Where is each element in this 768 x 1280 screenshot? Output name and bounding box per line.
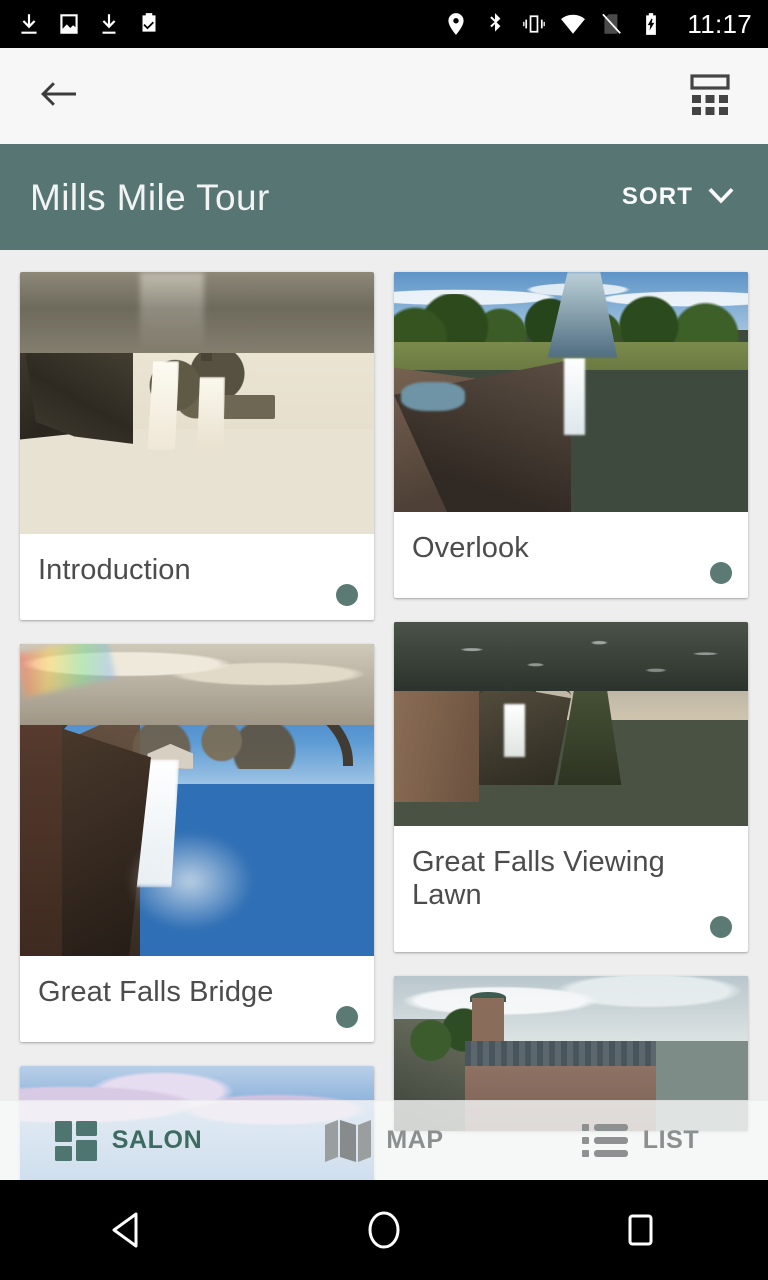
status-dot xyxy=(710,916,732,938)
card-title: Great Falls Bridge xyxy=(38,976,274,1008)
android-back-button[interactable] xyxy=(0,1206,256,1254)
card-introduction[interactable]: Introduction xyxy=(20,272,374,620)
grid-view-icon xyxy=(690,74,730,115)
view-toggle-button[interactable] xyxy=(682,68,738,124)
nav-label-list: LIST xyxy=(642,1126,700,1154)
bluetooth-icon xyxy=(490,13,501,32)
card-great-falls-viewing-lawn[interactable]: Great Falls Viewing Lawn xyxy=(394,622,748,952)
card-image-gorge-overlook xyxy=(394,272,748,512)
nav-item-map[interactable]: MAP xyxy=(256,1101,512,1180)
status-bar-left-icons xyxy=(16,11,162,37)
status-dot xyxy=(336,1006,358,1028)
nav-label-map: MAP xyxy=(386,1126,444,1154)
status-bar-right-icons: 11:17 xyxy=(443,9,752,40)
back-button[interactable] xyxy=(30,68,86,124)
card-title: Introduction xyxy=(38,554,191,586)
location-pin-icon xyxy=(448,13,464,35)
sort-button[interactable]: SORT xyxy=(620,175,738,219)
card-body: Great Falls Bridge xyxy=(20,956,374,1042)
bottom-navigation: SALON MAP LIST xyxy=(0,1100,768,1180)
status-bar-clock: 11:17 xyxy=(687,8,752,39)
nav-label-salon: SALON xyxy=(111,1126,203,1154)
download-icon xyxy=(102,14,116,34)
card-image-river-at-dusk xyxy=(394,622,748,826)
status-bar: 11:17 xyxy=(0,0,768,48)
android-navigation-bar xyxy=(0,1180,768,1280)
image-icon xyxy=(60,14,78,34)
card-body: Great Falls Viewing Lawn xyxy=(394,826,748,952)
status-dot xyxy=(336,584,358,606)
card-body: Introduction xyxy=(20,534,374,620)
salon-card-grid[interactable]: Introduction Great Falls Bridge Overlook… xyxy=(0,250,768,1180)
clipboard-check-icon xyxy=(142,13,156,32)
vibrate-icon xyxy=(523,15,546,33)
wifi-icon xyxy=(561,14,586,34)
phone-screen: 11:17 Mills Mile Tour SORT Introduction … xyxy=(0,0,768,1280)
android-home-button[interactable] xyxy=(256,1205,512,1255)
battery-charging-icon xyxy=(646,13,657,35)
android-recents-button[interactable] xyxy=(512,1206,768,1254)
nav-item-salon[interactable]: SALON xyxy=(0,1101,256,1180)
list-bullet-icon xyxy=(581,1123,628,1157)
grid-left-column: Introduction Great Falls Bridge xyxy=(20,272,374,1180)
page-title: Mills Mile Tour xyxy=(30,176,270,218)
card-image-historic-waterfall xyxy=(20,272,374,534)
app-bar xyxy=(0,48,768,144)
download-icon xyxy=(21,14,37,34)
map-folded-icon xyxy=(325,1119,372,1162)
status-dot xyxy=(710,562,732,584)
salon-grid-icon xyxy=(54,1120,97,1161)
card-overlook[interactable]: Overlook xyxy=(394,272,748,598)
back-triangle-icon xyxy=(112,1212,138,1248)
grid-right-column: Overlook Great Falls Viewing Lawn xyxy=(394,272,748,1180)
card-body: Overlook xyxy=(394,512,748,598)
home-circle-icon xyxy=(368,1211,400,1249)
card-title: Overlook xyxy=(412,532,529,564)
arrow-left-icon xyxy=(41,82,76,106)
card-image-bridge-rainbow xyxy=(20,644,374,956)
sort-label: SORT xyxy=(621,183,693,210)
card-title: Great Falls Viewing Lawn xyxy=(412,846,665,911)
chevron-down-icon xyxy=(708,188,734,204)
nav-item-list[interactable]: LIST xyxy=(512,1101,768,1180)
recents-square-icon xyxy=(628,1214,653,1246)
tour-header: Mills Mile Tour SORT xyxy=(0,144,768,250)
sim-off-icon xyxy=(602,13,622,34)
card-great-falls-bridge[interactable]: Great Falls Bridge xyxy=(20,644,374,1042)
